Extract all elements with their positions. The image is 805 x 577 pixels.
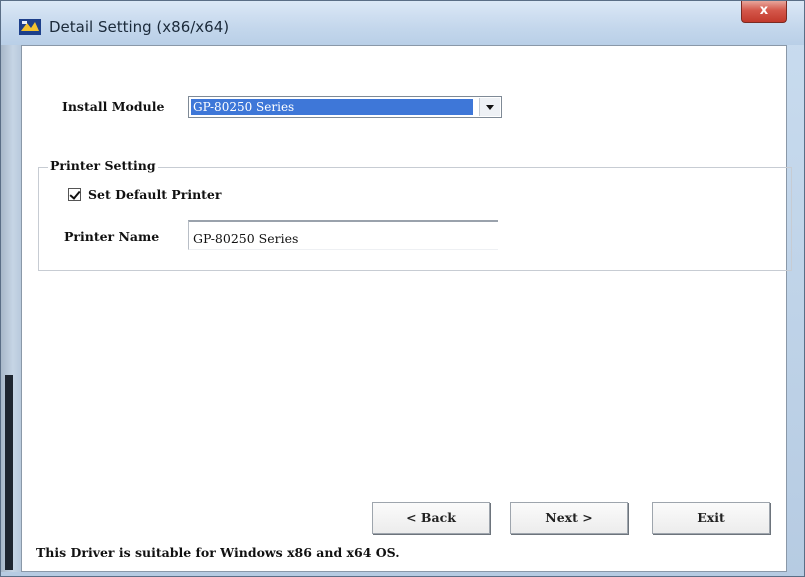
close-button[interactable]: x [741, 1, 787, 23]
exit-button[interactable]: Exit [652, 502, 770, 534]
printer-setting-title: Printer Setting [48, 158, 158, 173]
window-title: Detail Setting (x86/x64) [49, 18, 230, 36]
printer-name-label: Printer Name [64, 229, 160, 244]
background-edge [5, 375, 13, 570]
chevron-down-icon[interactable] [479, 98, 500, 116]
printer-name-input[interactable] [188, 220, 498, 250]
printer-setting-group [38, 167, 792, 271]
set-default-printer-label[interactable]: Set Default Printer [88, 187, 221, 202]
install-module-select[interactable]: GP-80250 Series [188, 96, 502, 118]
dialog-body: Install Module GP-80250 Series Printer S… [21, 45, 792, 572]
app-icon [19, 19, 41, 35]
set-default-printer-checkbox[interactable] [68, 188, 81, 201]
install-module-label: Install Module [62, 99, 165, 114]
close-icon: x [759, 3, 769, 18]
window-left-edge [1, 45, 21, 572]
title-bar[interactable]: Detail Setting (x86/x64) x [1, 1, 804, 45]
footer-note: This Driver is suitable for Windows x86 … [36, 545, 400, 560]
dialog-window: Detail Setting (x86/x64) x Install Modul… [0, 0, 805, 577]
install-module-value: GP-80250 Series [191, 99, 473, 115]
next-button[interactable]: Next > [510, 502, 628, 534]
back-button[interactable]: < Back [372, 502, 490, 534]
